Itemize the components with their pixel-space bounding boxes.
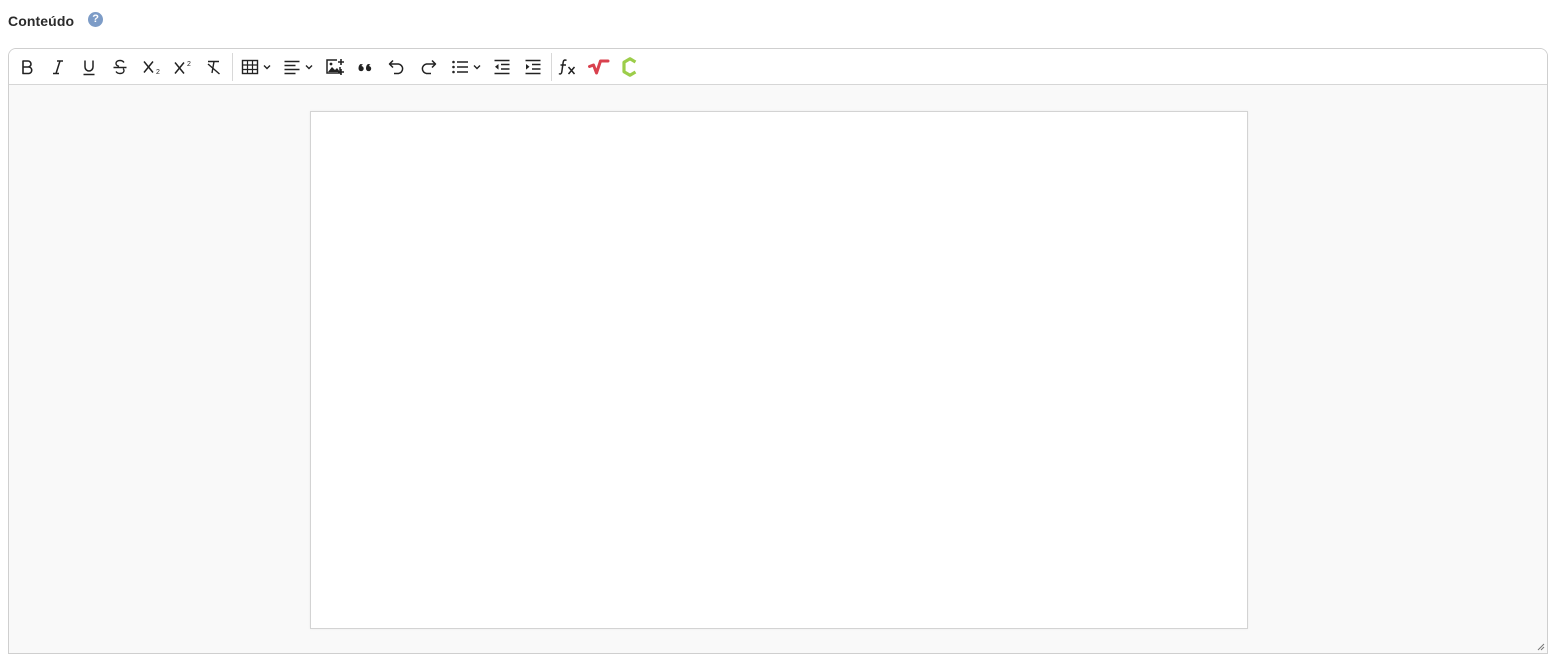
underline-icon: [83, 60, 95, 75]
align-left-icon: [284, 60, 299, 75]
editor-toolbar: 2 2: [9, 49, 1547, 85]
superscript-icon: 2: [174, 61, 191, 74]
toolbar-separator: [551, 53, 552, 81]
mathtype-icon: [588, 59, 610, 75]
insert-image-button[interactable]: [324, 54, 346, 80]
math-formula-button[interactable]: [557, 54, 579, 80]
svg-text:2: 2: [187, 61, 191, 68]
strikethrough-button[interactable]: [110, 54, 130, 80]
remove-format-icon: [207, 60, 220, 75]
chevron-down-icon: [305, 65, 312, 70]
bold-button[interactable]: [17, 54, 37, 80]
outdent-button[interactable]: [491, 54, 513, 80]
insert-table-dropdown[interactable]: [239, 54, 273, 80]
table-icon: [241, 59, 258, 75]
subscript-button[interactable]: 2: [141, 54, 163, 80]
text-align-dropdown[interactable]: [281, 54, 315, 80]
subscript-icon: 2: [143, 61, 160, 75]
undo-icon: [388, 59, 404, 75]
remove-format-button[interactable]: [204, 54, 224, 80]
chevron-down-icon: [473, 65, 480, 70]
italic-button[interactable]: [48, 54, 68, 80]
blockquote-button[interactable]: [355, 54, 377, 80]
indent-icon: [525, 59, 541, 75]
function-icon: [558, 59, 576, 75]
italic-icon: [53, 60, 63, 75]
mathtype-button[interactable]: [587, 54, 611, 80]
rich-text-editor: 2 2: [8, 48, 1548, 654]
superscript-button[interactable]: 2: [172, 54, 194, 80]
underline-button[interactable]: [79, 54, 99, 80]
editor-content-area[interactable]: [310, 111, 1248, 629]
bold-icon: [22, 60, 33, 75]
indent-button[interactable]: [522, 54, 544, 80]
field-label-row: Conteúdo ?: [8, 11, 104, 31]
redo-icon: [421, 59, 437, 75]
help-icon[interactable]: ?: [88, 11, 104, 27]
chevron-down-icon: [263, 65, 270, 70]
chemtype-button[interactable]: [619, 54, 641, 80]
field-label: Conteúdo: [8, 13, 75, 29]
outdent-icon: [494, 59, 510, 75]
quote-icon: [358, 64, 372, 72]
strikethrough-icon: [113, 59, 127, 75]
resize-handle-icon[interactable]: [1535, 641, 1545, 651]
undo-button[interactable]: [386, 54, 408, 80]
toolbar-separator: [232, 53, 233, 81]
chemtype-icon: [622, 57, 637, 77]
svg-text:2: 2: [156, 69, 160, 75]
redo-button[interactable]: [417, 54, 439, 80]
image-add-icon: [326, 59, 344, 75]
bulleted-list-dropdown[interactable]: [449, 54, 483, 80]
bulleted-list-icon: [451, 60, 468, 74]
